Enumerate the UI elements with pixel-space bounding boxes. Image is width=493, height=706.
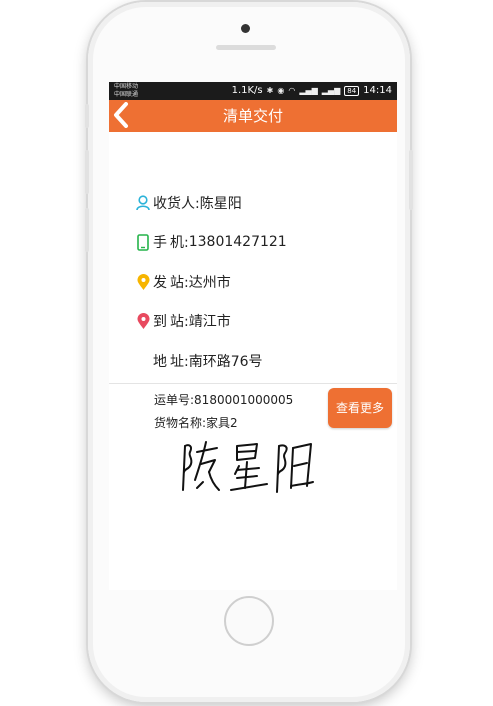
signal-icon-2: ▂▄▆ (321, 86, 341, 95)
phone-side-button-silent (85, 104, 89, 128)
earpiece-speaker (216, 45, 276, 50)
destination-row: 到 站: 靖江市 (135, 309, 231, 333)
address-label-b: 址: (170, 354, 189, 370)
phone-side-button-power (409, 150, 413, 210)
waybill-row: 运单号:8180001000005 (154, 391, 293, 408)
person-icon (135, 194, 151, 212)
goods-value: 家具2 (206, 416, 238, 430)
destination-label-a: 到 (153, 314, 167, 330)
phone-label-b: 机: (170, 235, 189, 251)
origin-label-a: 发 (153, 275, 167, 291)
waybill-value: 8180001000005 (194, 393, 294, 407)
waybill-label: 运单号: (154, 393, 195, 407)
app-bar: 清单交付 (109, 100, 397, 132)
recipient-row: 收货人: 陈星阳 (135, 191, 242, 215)
home-button[interactable] (224, 596, 274, 646)
origin-label-b: 站: (170, 275, 189, 291)
recipient-label: 收货人: (153, 196, 200, 212)
handwritten-signature (182, 441, 314, 493)
signature-image (179, 438, 329, 502)
mobile-phone-icon (135, 233, 151, 251)
phone-side-button-volume-down (85, 208, 89, 252)
eye-icon: ◉ (277, 86, 285, 95)
section-divider (109, 383, 397, 384)
carrier-2: 中国联通 (114, 91, 139, 98)
address-blank-icon (135, 352, 151, 370)
signal-icon: ▂▄▆ (299, 86, 318, 95)
origin-value: 达州市 (188, 275, 231, 291)
battery-icon: 84 (344, 86, 360, 96)
phone-label-a: 手 (153, 235, 167, 251)
clock: 14:14 (363, 85, 392, 96)
status-indicators: 1.1K/s ✱ ◉ ◠ ▂▄▆ ▂▄▆ 84 14:14 (232, 84, 392, 98)
page-title: 清单交付 (222, 107, 283, 125)
origin-row: 发 站: 达州市 (135, 270, 231, 294)
goods-row: 货物名称:家具2 (154, 414, 238, 431)
address-label-a: 地 (153, 354, 167, 370)
carrier-labels: 中国移动 中国联通 (114, 83, 138, 99)
network-speed: 1.1K/s (231, 85, 263, 96)
address-value: 南环路76号 (188, 354, 263, 370)
phone-row: 手 机: 13801427121 (135, 230, 287, 254)
status-bar: 中国移动 中国联通 1.1K/s ✱ ◉ ◠ ▂▄▆ ▂▄▆ 84 14:14 (109, 82, 397, 100)
phone-side-button-volume-up (85, 150, 89, 194)
wifi-icon: ◠ (288, 86, 296, 95)
destination-pin-icon (135, 312, 151, 330)
phone-screen: 中国移动 中国联通 1.1K/s ✱ ◉ ◠ ▂▄▆ ▂▄▆ 84 14:14 … (109, 82, 397, 590)
goods-label: 货物名称: (154, 416, 207, 430)
view-more-button[interactable]: 查看更多 (328, 388, 392, 428)
carrier-1: 中国移动 (114, 83, 139, 90)
phone-value[interactable]: 13801427121 (189, 234, 287, 250)
front-camera (241, 24, 250, 33)
origin-pin-icon (135, 273, 151, 291)
destination-label-b: 站: (170, 314, 189, 330)
address-row: 地 址: 南环路76号 (135, 349, 263, 373)
bluetooth-icon: ✱ (266, 86, 274, 95)
recipient-value: 陈星阳 (199, 196, 242, 212)
destination-value: 靖江市 (188, 314, 231, 330)
